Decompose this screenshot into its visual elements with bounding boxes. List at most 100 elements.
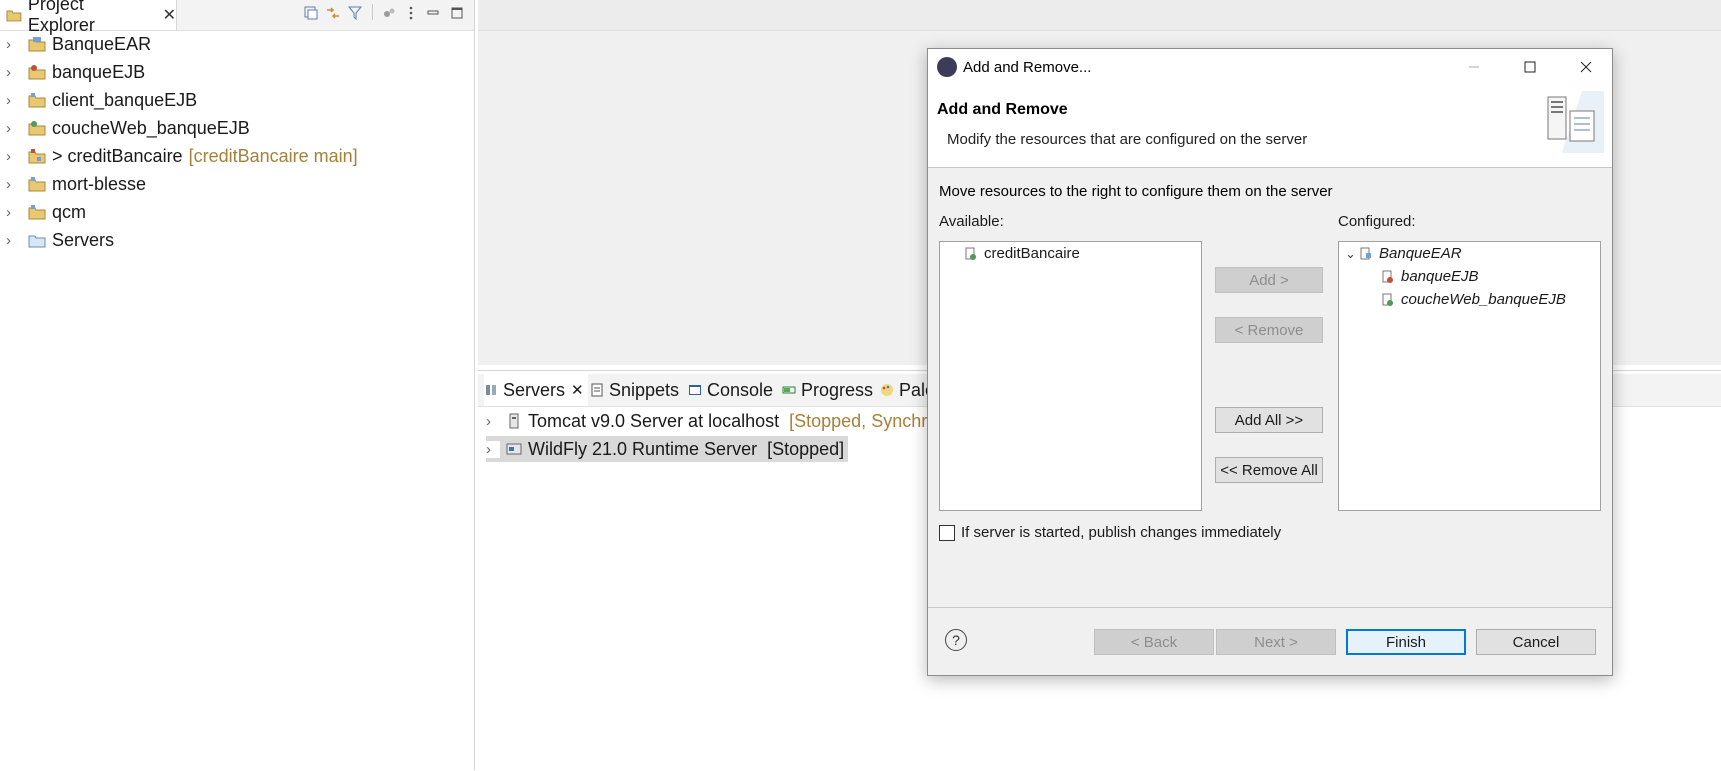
tree-item-label: client_banqueEJB [52,89,198,110]
configured-list[interactable]: ⌄ BanqueEAR banqueEJB coucheWeb_banqueEJ… [1338,241,1601,511]
server-row-tomcat[interactable]: › Tomcat v9.0 Server at localhost [Stopp… [486,408,943,434]
chevron-right-icon[interactable]: › [486,413,500,430]
tree-item-label: banqueEJB [52,61,146,82]
chevron-right-icon[interactable]: › [6,232,18,249]
tree-item-banqueear[interactable]: ⌄ BanqueEAR [1345,242,1462,265]
tab-servers[interactable]: Servers ✕ [484,374,588,406]
tree-item-mort-blesse[interactable]: › mort-blesse [0,170,474,198]
banner-description: Modify the resources that are configured… [947,131,1308,148]
dialog-separator [928,607,1612,608]
minimize-icon[interactable] [424,2,442,24]
chevron-right-icon[interactable]: › [486,440,500,458]
project-explorer-icon [6,10,22,22]
project-icon [28,93,46,108]
wildfly-server-icon [506,443,522,455]
back-button[interactable]: < Back [1094,629,1214,655]
server-wizard-icon [1547,91,1604,153]
focus-icon[interactable] [380,2,398,24]
close-icon[interactable]: ✕ [163,5,176,25]
web-module-icon [965,247,976,260]
publish-checkbox[interactable] [939,524,955,541]
chevron-right-icon[interactable]: › [6,64,18,81]
help-icon[interactable]: ? [945,629,967,651]
editor-tab-strip [478,0,1721,31]
tomcat-server-icon [509,413,519,429]
add-remove-dialog: Add and Remove... Add and Remove Modify … [927,48,1613,676]
close-icon[interactable]: ✕ [571,381,584,399]
project-explorer-view: Project Explorer ✕ › BanqueEAR › banqueE… [0,0,475,770]
palette-icon [881,384,893,396]
view-menu-icon[interactable] [402,2,420,24]
banner-title: Add and Remove [937,101,1068,118]
project-icon [28,205,46,220]
tree-item-label: > creditBancaire [52,145,183,166]
toolbar-separator [372,4,373,20]
tab-label: Progress [801,379,874,400]
minimize-window-icon[interactable] [1446,49,1502,85]
tree-item-banqueear[interactable]: › BanqueEAR [0,30,474,58]
dialog-banner [928,85,1612,168]
tree-item-banqueejb[interactable]: banqueEJB [1381,265,1479,288]
list-item[interactable]: creditBancaire [964,242,1080,265]
tree-item-couchweb-banqueejb[interactable]: › coucheWeb_banqueEJB [0,114,474,142]
chevron-right-icon[interactable]: › [6,92,18,109]
tree-item-label: coucheWeb_banqueEJB [52,117,250,138]
tree-item-label: banqueEJB [1401,268,1479,285]
link-with-editor-icon[interactable] [324,2,342,24]
available-list[interactable]: creditBancaire [939,241,1202,511]
git-project-icon [28,149,46,164]
console-icon [689,385,701,395]
chevron-right-icon[interactable]: › [6,120,18,137]
web-module-icon [1382,293,1393,306]
tree-item-banqueejb[interactable]: › banqueEJB [0,58,474,86]
tree-item-label: BanqueEAR [1379,245,1462,262]
project-icon [28,177,46,192]
list-item-label: creditBancaire [984,245,1080,262]
collapse-all-icon[interactable] [302,2,320,24]
tab-progress[interactable]: Progress [782,374,873,406]
maximize-window-icon[interactable] [1502,49,1558,85]
add-button[interactable]: Add > [1215,267,1323,293]
chevron-down-icon[interactable]: ⌄ [1345,246,1359,262]
dialog-window-title: Add and Remove... [963,58,1092,76]
cancel-button[interactable]: Cancel [1476,629,1596,655]
tab-label: Servers [503,379,566,400]
add-all-button[interactable]: Add All >> [1215,407,1323,433]
ear-module-icon [1360,247,1371,259]
tree-item-label: Servers [52,229,115,250]
publish-checkbox-row[interactable]: If server is started, publish changes im… [939,524,1281,541]
ejb-project-icon [28,65,46,80]
finish-button[interactable]: Finish [1346,629,1466,655]
configured-label: Configured: [1338,213,1416,230]
tree-item-label: coucheWeb_banqueEJB [1401,291,1566,308]
ear-project-icon [28,37,46,52]
next-button[interactable]: Next > [1216,629,1336,655]
tab-label: Console [707,379,774,400]
progress-icon [782,386,796,394]
tree-item-couchweb-banqueejb[interactable]: coucheWeb_banqueEJB [1381,288,1566,311]
tree-item-label: qcm [52,201,87,222]
chevron-right-icon[interactable]: › [6,148,18,165]
tab-snippets[interactable]: Snippets [590,374,679,406]
maximize-icon[interactable] [448,2,466,24]
publish-checkbox-label: If server is started, publish changes im… [961,524,1282,541]
server-row-wildfly[interactable]: › WildFly 21.0 Runtime Server [Stopped] [486,436,849,462]
remove-button[interactable]: < Remove [1215,317,1323,343]
filter-icon[interactable] [346,2,364,24]
chevron-right-icon[interactable]: › [6,176,18,193]
tree-item-creditbancaire[interactable]: › > creditBancaire [creditBancaire main] [0,142,474,170]
servers-icon [486,385,496,395]
remove-all-button[interactable]: << Remove All [1215,457,1323,483]
chevron-right-icon[interactable]: › [6,204,18,221]
server-status: [Stopped, Synchror [789,410,944,431]
close-window-icon[interactable] [1558,49,1614,85]
tree-item-servers[interactable]: › Servers [0,226,474,254]
tree-item-client-banqueejb[interactable]: › client_banqueEJB [0,86,474,114]
server-status: [Stopped] [767,438,845,459]
tree-item-qcm[interactable]: › qcm [0,198,474,226]
tab-console[interactable]: Console [688,374,773,406]
tab-project-explorer[interactable]: Project Explorer ✕ [0,0,177,35]
ejb-module-icon [1382,270,1393,283]
chevron-right-icon[interactable]: › [6,36,18,53]
project-explorer-header: Project Explorer ✕ [0,0,474,35]
